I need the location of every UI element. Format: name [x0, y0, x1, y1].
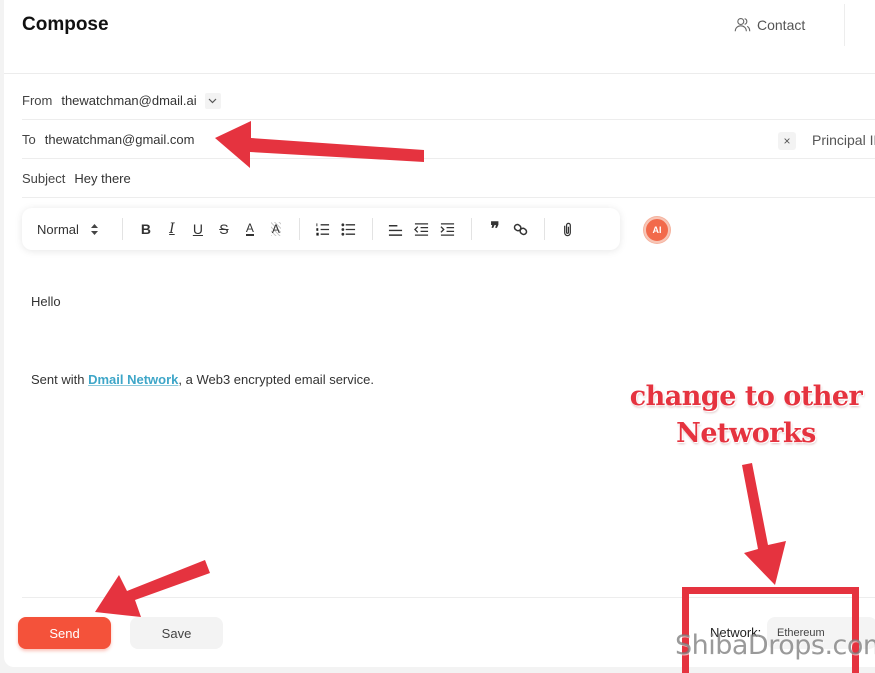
bullet-list-button[interactable] [336, 216, 362, 242]
from-row: From thewatchman@dmail.ai [22, 82, 875, 120]
save-button[interactable]: Save [130, 617, 223, 649]
send-button[interactable]: Send [18, 617, 111, 649]
subject-label: Subject [22, 171, 66, 186]
bold-icon: B [140, 221, 151, 237]
quote-icon: ❞ [490, 219, 500, 238]
strikethrough-icon: S [219, 221, 229, 237]
ordered-list-icon [316, 222, 330, 236]
highlight-icon: A [270, 222, 281, 236]
toolbar-divider [298, 218, 300, 240]
network-label: Network: [710, 625, 762, 640]
attach-button[interactable] [555, 216, 581, 242]
subject-input[interactable]: Hey there [74, 171, 130, 186]
align-button[interactable] [383, 216, 409, 242]
body-signature: Sent with Dmail Network, a Web3 encrypte… [31, 372, 374, 387]
footer-divider [22, 597, 875, 598]
network-value: Ethereum [777, 627, 825, 639]
compose-panel: Compose Contact From thewatchman@dmail.a… [4, 0, 875, 667]
toolbar-divider [121, 218, 123, 240]
toolbar-divider [470, 218, 472, 240]
editor-toolbar: Normal B I U S A A ❞ [22, 208, 620, 250]
ordered-list-button[interactable] [310, 216, 336, 242]
subject-row: Subject Hey there [22, 160, 875, 198]
underline-button[interactable]: U [185, 216, 211, 242]
underline-icon: U [192, 221, 203, 237]
close-icon[interactable]: × [778, 132, 796, 150]
chevron-down-icon[interactable] [204, 92, 221, 109]
text-style-value: Normal [37, 221, 79, 237]
page-title: Compose [22, 14, 109, 35]
highlight-button[interactable]: A [263, 216, 289, 242]
strikethrough-button[interactable]: S [211, 216, 237, 242]
compose-page: Compose Contact From thewatchman@dmail.a… [0, 0, 875, 673]
contact-label: Contact [757, 16, 806, 33]
text-color-button[interactable]: A [237, 216, 263, 242]
outdent-button[interactable] [409, 216, 435, 242]
users-icon [734, 17, 751, 32]
blockquote-button[interactable]: ❞ [482, 216, 508, 242]
italic-button[interactable]: I [159, 216, 185, 242]
compose-header: Compose Contact [4, 0, 875, 74]
bold-button[interactable]: B [133, 216, 159, 242]
align-icon [389, 224, 403, 236]
toolbar-divider [543, 218, 545, 240]
ai-assistant-button[interactable]: AI [644, 217, 670, 243]
text-style-select[interactable]: Normal [37, 222, 98, 237]
to-label: To [22, 132, 36, 147]
indent-button[interactable] [435, 216, 461, 242]
network-select[interactable]: Ethereum [767, 617, 875, 649]
link-button[interactable] [508, 216, 534, 242]
contact-button[interactable]: Contact [734, 16, 805, 33]
text-color-icon: A [245, 221, 254, 236]
to-row: To thewatchman@gmail.com × Principal ID [22, 121, 875, 159]
signature-suffix: , a Web3 encrypted email service. [178, 372, 374, 387]
header-divider [844, 4, 845, 46]
from-value[interactable]: thewatchman@dmail.ai [61, 93, 196, 108]
link-icon [514, 223, 528, 235]
italic-icon: I [169, 221, 175, 237]
toolbar-divider [371, 218, 373, 240]
body-greeting: Hello [31, 294, 61, 309]
paperclip-icon [564, 222, 572, 236]
bullet-list-icon [341, 222, 356, 236]
dmail-network-link[interactable]: Dmail Network [88, 372, 178, 387]
principal-id-toggle[interactable]: Principal ID [812, 132, 875, 148]
outdent-icon [414, 222, 429, 236]
indent-icon [440, 222, 455, 236]
sort-arrows-icon [90, 223, 98, 235]
from-label: From [22, 93, 53, 108]
to-input[interactable]: thewatchman@gmail.com [45, 132, 195, 147]
signature-prefix: Sent with [31, 372, 89, 387]
